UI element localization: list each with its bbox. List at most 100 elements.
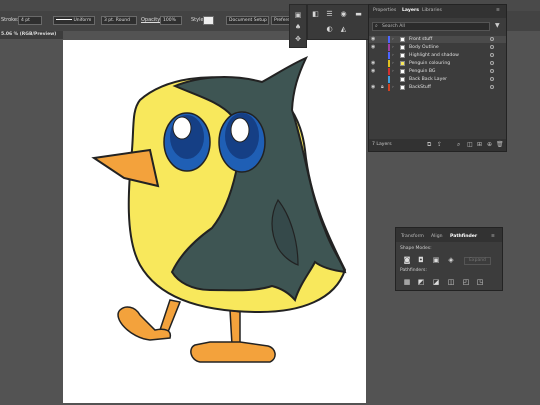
crop-icon[interactable]: ◫ xyxy=(447,278,455,286)
layer-name[interactable]: Body Outline xyxy=(409,44,439,51)
export-icon[interactable]: ⇪ xyxy=(437,141,442,148)
layers-panel: Properties Layers Libraries ≡ Search All… xyxy=(368,4,507,152)
color-icon[interactable]: ◐ xyxy=(325,25,334,34)
eye-icon[interactable]: ◉ xyxy=(371,68,375,75)
penguin-illustration[interactable] xyxy=(63,40,366,403)
tab-libraries[interactable]: Libraries xyxy=(422,8,442,13)
layer-row-penguin-colouring[interactable]: ◉ › Penguin colouring xyxy=(369,60,506,67)
layers-footer: 7 Layers ⧉ ⇪ ⌕ ◫ ⊞ ⊕ 🗑︎ xyxy=(369,139,506,151)
locate-object-icon[interactable]: ⌕ xyxy=(457,141,460,149)
stroke-icon[interactable]: ☰ xyxy=(325,10,334,19)
chevron-right-icon[interactable]: › xyxy=(392,60,394,67)
image-trace-icon[interactable]: ▣ xyxy=(294,11,302,19)
chevron-right-icon[interactable]: › xyxy=(392,84,394,91)
document-tab[interactable]: 5.06 % (RGB/Preview) xyxy=(0,31,63,39)
layer-row-highlight-shadow[interactable]: › Highlight and shadow xyxy=(369,52,506,59)
target-icon[interactable] xyxy=(490,85,494,89)
eye-icon[interactable]: ◉ xyxy=(371,36,375,43)
pathfinders-label: Pathfinders: xyxy=(400,268,427,273)
brush-select[interactable]: 3 pt. Round xyxy=(101,16,137,25)
panel-menu-icon[interactable]: ≡ xyxy=(491,234,495,239)
target-icon[interactable] xyxy=(490,61,494,65)
stroke-label: Stroke: xyxy=(1,17,19,23)
target-icon[interactable] xyxy=(490,37,494,41)
layer-color-bar xyxy=(388,68,390,75)
layer-name[interactable]: BackStuff xyxy=(409,84,431,91)
tab-properties[interactable]: Properties xyxy=(373,8,396,13)
swatches-icon[interactable]: ◧ xyxy=(311,10,320,19)
tab-layers[interactable]: Layers xyxy=(402,8,419,13)
preferences-button[interactable]: Preferen xyxy=(271,16,290,25)
layer-color-bar xyxy=(388,36,390,43)
eye-icon[interactable]: ◉ xyxy=(371,44,375,51)
merge-icon[interactable]: ◪ xyxy=(432,278,440,286)
layer-thumbnail xyxy=(400,85,405,90)
shape-modes-label: Shape Modes: xyxy=(400,246,432,251)
new-sublayer-icon[interactable]: ⊞ xyxy=(477,141,482,148)
layer-name[interactable]: Penguin BG xyxy=(409,68,435,75)
layer-row-body-outline[interactable]: ◉ › Body Outline xyxy=(369,44,506,51)
tab-pathfinder[interactable]: Pathfinder xyxy=(450,234,477,239)
layer-thumbnail xyxy=(400,37,405,42)
exclude-icon[interactable]: ◈ xyxy=(447,256,455,264)
document-setup-button[interactable]: Document Setup xyxy=(226,16,269,25)
layer-row-penguin-bg[interactable]: ◉ › Penguin BG xyxy=(369,68,506,75)
filter-icon[interactable]: ▼ xyxy=(495,22,500,29)
search-icon: ⌕ xyxy=(375,23,378,29)
front-leg xyxy=(229,309,241,346)
pathfinder-panel-tabs: Transform Align Pathfinder ≡ xyxy=(396,228,502,242)
layer-row-front-stuff[interactable]: ◉ › Front stuff xyxy=(369,36,506,43)
expand-button[interactable]: Expand xyxy=(464,257,491,265)
layer-thumbnail xyxy=(400,61,405,66)
divide-icon[interactable]: ▦ xyxy=(403,278,411,286)
target-icon[interactable] xyxy=(490,77,494,81)
clipping-mask-icon[interactable]: ◫ xyxy=(467,141,473,148)
trash-icon[interactable]: 🗑︎ xyxy=(496,141,504,148)
style-swatch[interactable] xyxy=(203,16,214,25)
target-icon[interactable] xyxy=(490,45,494,49)
puppet-warp-icon[interactable]: ✥ xyxy=(294,35,302,43)
chevron-right-icon[interactable]: › xyxy=(392,52,394,59)
target-icon[interactable] xyxy=(490,53,494,57)
front-foot xyxy=(190,341,276,363)
tab-transform[interactable]: Transform xyxy=(401,234,424,239)
layer-name[interactable]: Front stuff xyxy=(409,36,432,43)
layer-name[interactable]: Highlight and shadow xyxy=(409,52,459,59)
layer-name[interactable]: Back Back Layer xyxy=(409,76,447,83)
new-layer-icon[interactable]: ⊕ xyxy=(487,141,492,148)
chevron-right-icon[interactable]: › xyxy=(392,44,394,51)
comments-icon[interactable]: ▬ xyxy=(354,10,363,19)
layer-row-back-back-layer[interactable]: Back Back Layer xyxy=(369,76,506,83)
panel-menu-icon[interactable]: ≡ xyxy=(496,8,500,13)
opacity-label[interactable]: Opacity: xyxy=(141,16,162,25)
chevron-right-icon[interactable]: › xyxy=(392,68,394,75)
symbol-icon[interactable]: ♠ xyxy=(294,23,302,31)
layer-color-bar xyxy=(388,76,390,83)
stroke-profile-select[interactable]: Uniform xyxy=(53,16,95,25)
beak xyxy=(91,148,160,188)
opacity-field[interactable]: 100% xyxy=(160,16,182,25)
unite-icon[interactable]: ◙ xyxy=(403,256,411,264)
layer-row-backstuff[interactable]: ◉ 🔒︎ › BackStuff xyxy=(369,84,506,91)
eye-icon[interactable]: ◉ xyxy=(371,60,375,67)
intersect-icon[interactable]: ▣ xyxy=(432,256,440,264)
eye-icon[interactable]: ◉ xyxy=(371,84,375,91)
layers-search-input[interactable]: Search All xyxy=(372,22,490,31)
graphic-styles-icon[interactable]: ◭ xyxy=(339,25,348,34)
layer-name[interactable]: Penguin colouring xyxy=(409,60,450,67)
outline-icon[interactable]: ◰ xyxy=(462,278,470,286)
stroke-weight-field[interactable]: 4 pt xyxy=(18,16,42,25)
tab-align[interactable]: Align xyxy=(431,234,443,239)
stroke-profile-label: Uniform xyxy=(73,18,92,23)
layer-color-bar xyxy=(388,44,390,51)
minus-front-icon[interactable]: ◘ xyxy=(417,256,425,264)
collect-export-icon[interactable]: ⧉ xyxy=(427,141,431,149)
appearance-icon[interactable]: ◉ xyxy=(339,10,348,19)
lock-icon[interactable]: 🔒︎ xyxy=(381,84,384,91)
minus-back-icon[interactable]: ◳ xyxy=(476,278,484,286)
trim-icon[interactable]: ◩ xyxy=(417,278,425,286)
chevron-right-icon[interactable]: › xyxy=(392,36,394,43)
layers-panel-tabs: Properties Layers Libraries ≡ xyxy=(369,5,506,18)
target-icon[interactable] xyxy=(490,69,494,73)
layer-thumbnail xyxy=(400,77,405,82)
